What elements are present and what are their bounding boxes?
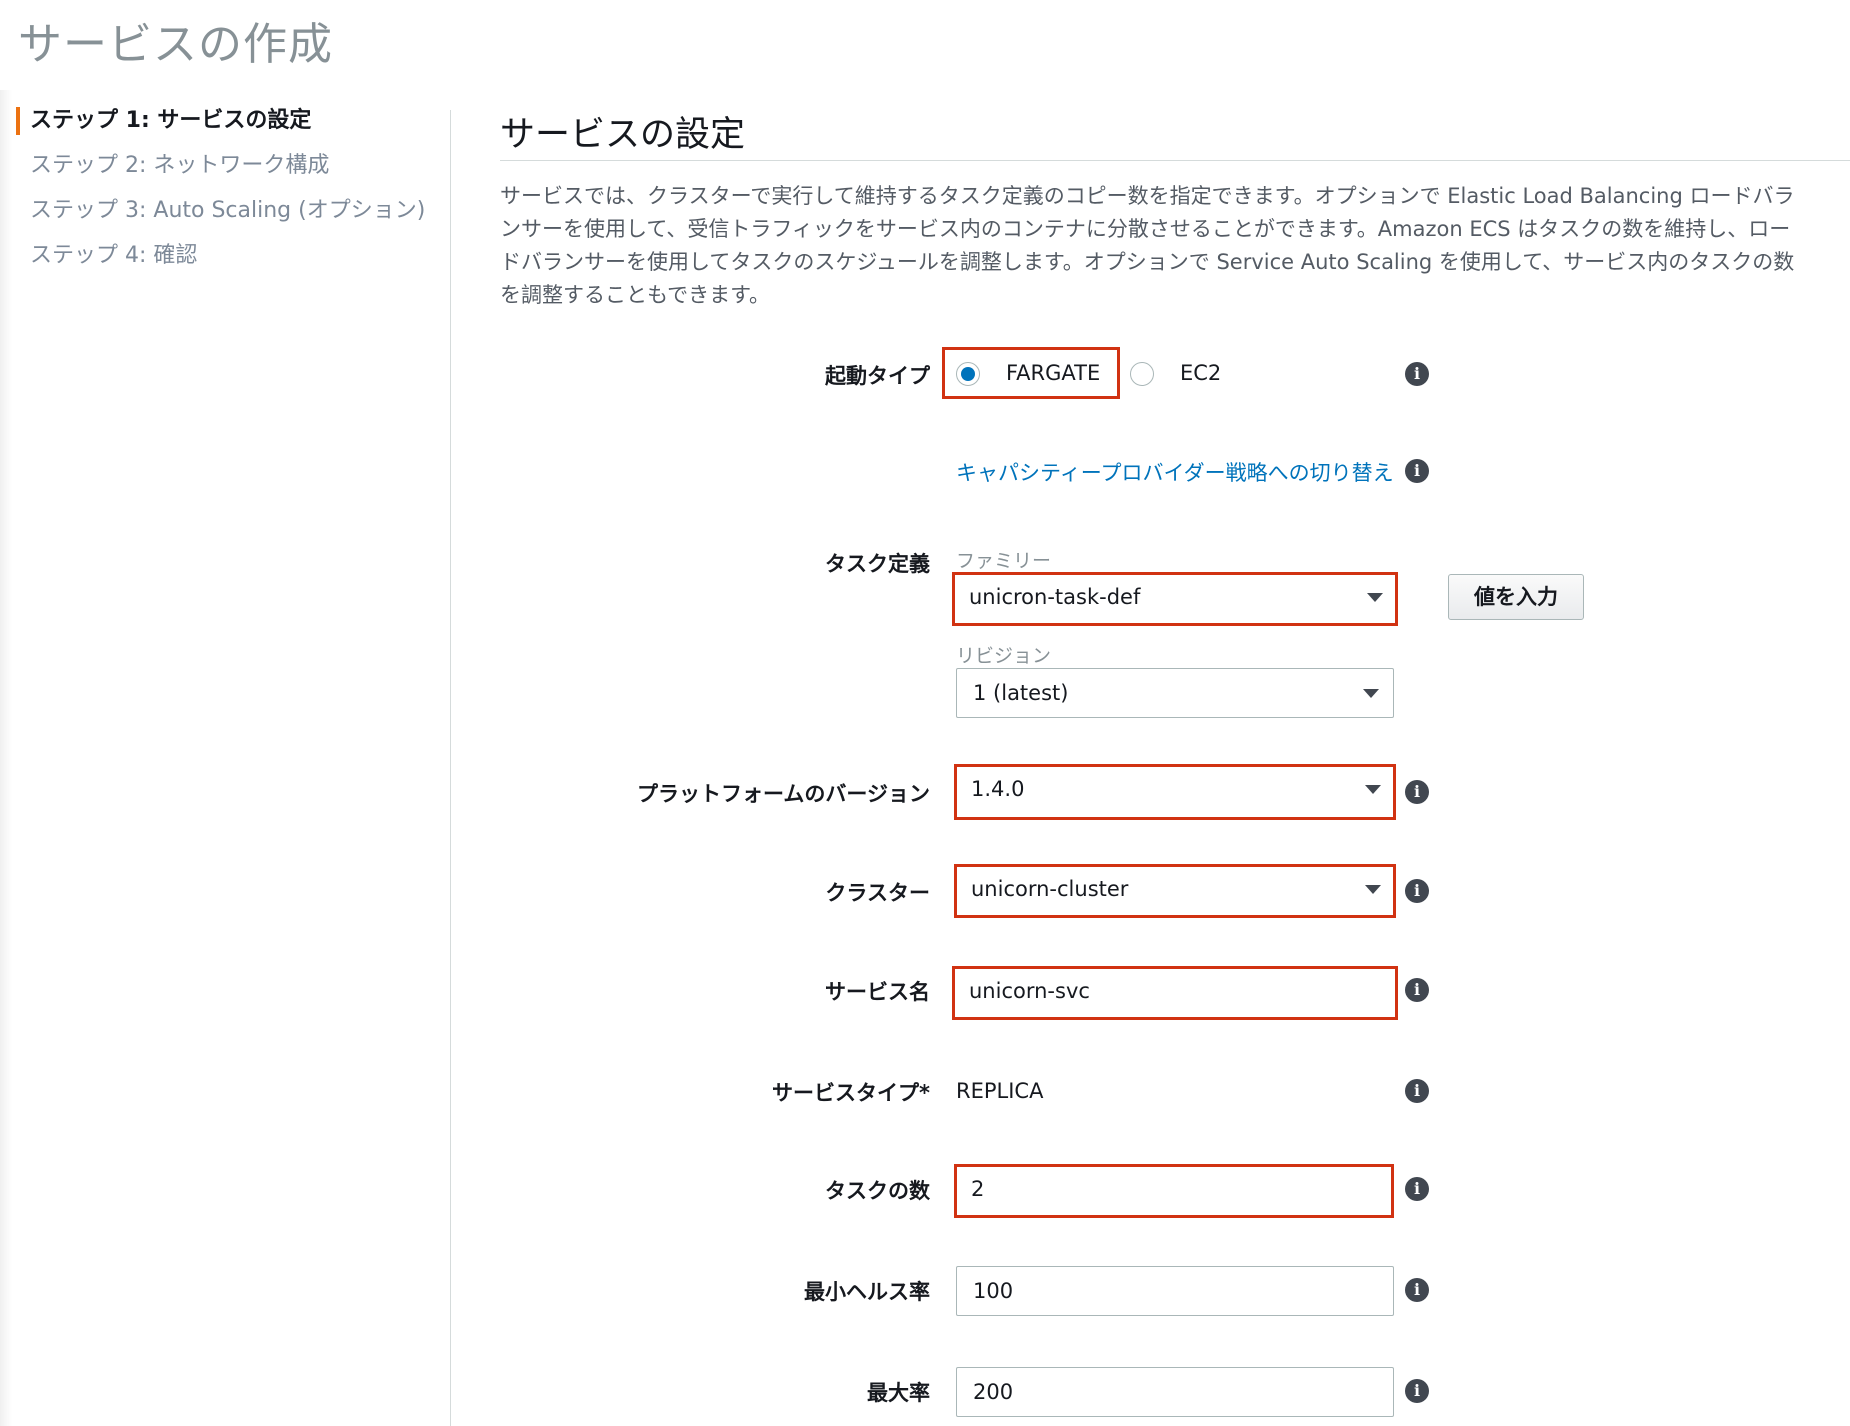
task-family-select[interactable]: unicron-task-def [952, 572, 1398, 626]
launch-type-label: 起動タイプ [825, 364, 930, 388]
info-icon[interactable]: i [1405, 459, 1429, 483]
step-1-service-config[interactable]: ステップ 1: サービスの設定 [30, 102, 311, 134]
section-title: サービスの設定 [500, 115, 746, 155]
section-divider [500, 160, 1850, 161]
info-icon[interactable]: i [1405, 978, 1429, 1002]
service-name-input[interactable]: unicorn-svc [952, 966, 1398, 1020]
info-icon[interactable]: i [1405, 879, 1429, 903]
family-label: ファミリー [956, 550, 1052, 572]
chevron-down-icon [1363, 689, 1379, 698]
info-icon[interactable]: i [1405, 1079, 1429, 1103]
min-healthy-percent-value: 100 [973, 1279, 1014, 1303]
task-revision-value: 1 (latest) [973, 681, 1069, 705]
platform-version-value: 1.4.0 [971, 777, 1025, 801]
fargate-radio[interactable] [956, 362, 980, 386]
fargate-radio-label: FARGATE [1006, 361, 1101, 385]
cluster-select[interactable]: unicorn-cluster [954, 864, 1396, 918]
service-name-label: サービス名 [825, 980, 930, 1004]
service-name-value: unicorn-svc [969, 979, 1090, 1003]
platform-version-label: プラットフォームのバージョン [637, 782, 930, 806]
sidebar-shadow [0, 90, 12, 1426]
sidebar-divider [450, 110, 451, 1426]
step-3-auto-scaling[interactable]: ステップ 3: Auto Scaling (オプション) [30, 192, 425, 224]
info-icon[interactable]: i [1405, 362, 1429, 386]
task-definition-label: タスク定義 [825, 552, 930, 576]
chevron-down-icon [1367, 593, 1383, 602]
info-icon[interactable]: i [1405, 1379, 1429, 1403]
max-percent-label: 最大率 [867, 1381, 930, 1405]
cluster-value: unicorn-cluster [971, 877, 1129, 901]
max-percent-input[interactable]: 200 [956, 1367, 1394, 1417]
service-type-label: サービスタイプ* [772, 1081, 930, 1105]
page-title: サービスの作成 [18, 19, 333, 70]
service-type-value: REPLICA [956, 1079, 1044, 1103]
max-percent-value: 200 [973, 1380, 1014, 1404]
revision-label: リビジョン [956, 645, 1052, 667]
step-4-review[interactable]: ステップ 4: 確認 [30, 237, 197, 269]
task-count-value: 2 [971, 1177, 985, 1201]
platform-version-select[interactable]: 1.4.0 [954, 764, 1396, 820]
enter-value-button[interactable]: 値を入力 [1448, 574, 1584, 620]
task-count-label: タスクの数 [825, 1179, 930, 1203]
info-icon[interactable]: i [1405, 1278, 1429, 1302]
chevron-down-icon [1365, 785, 1381, 794]
task-revision-select[interactable]: 1 (latest) [956, 668, 1394, 718]
chevron-down-icon [1365, 885, 1381, 894]
task-count-input[interactable]: 2 [954, 1164, 1394, 1218]
capacity-provider-strategy-link[interactable]: キャパシティープロバイダー戦略への切り替え [956, 457, 1394, 487]
ec2-radio-label: EC2 [1180, 361, 1222, 385]
task-family-value: unicron-task-def [969, 585, 1141, 609]
min-healthy-percent-input[interactable]: 100 [956, 1266, 1394, 1316]
info-icon[interactable]: i [1405, 780, 1429, 804]
min-healthy-percent-label: 最小ヘルス率 [804, 1280, 930, 1304]
section-description: サービスでは、クラスターで実行して維持するタスク定義のコピー数を指定できます。オ… [500, 184, 1795, 307]
ec2-radio[interactable] [1130, 362, 1154, 386]
active-step-marker [16, 107, 20, 135]
wizard-steps-sidebar: ステップ 1: サービスの設定 ステップ 2: ネットワーク構成 ステップ 3:… [0, 90, 452, 1426]
step-2-network-config[interactable]: ステップ 2: ネットワーク構成 [30, 147, 329, 179]
info-icon[interactable]: i [1405, 1177, 1429, 1201]
cluster-label: クラスター [825, 881, 930, 905]
